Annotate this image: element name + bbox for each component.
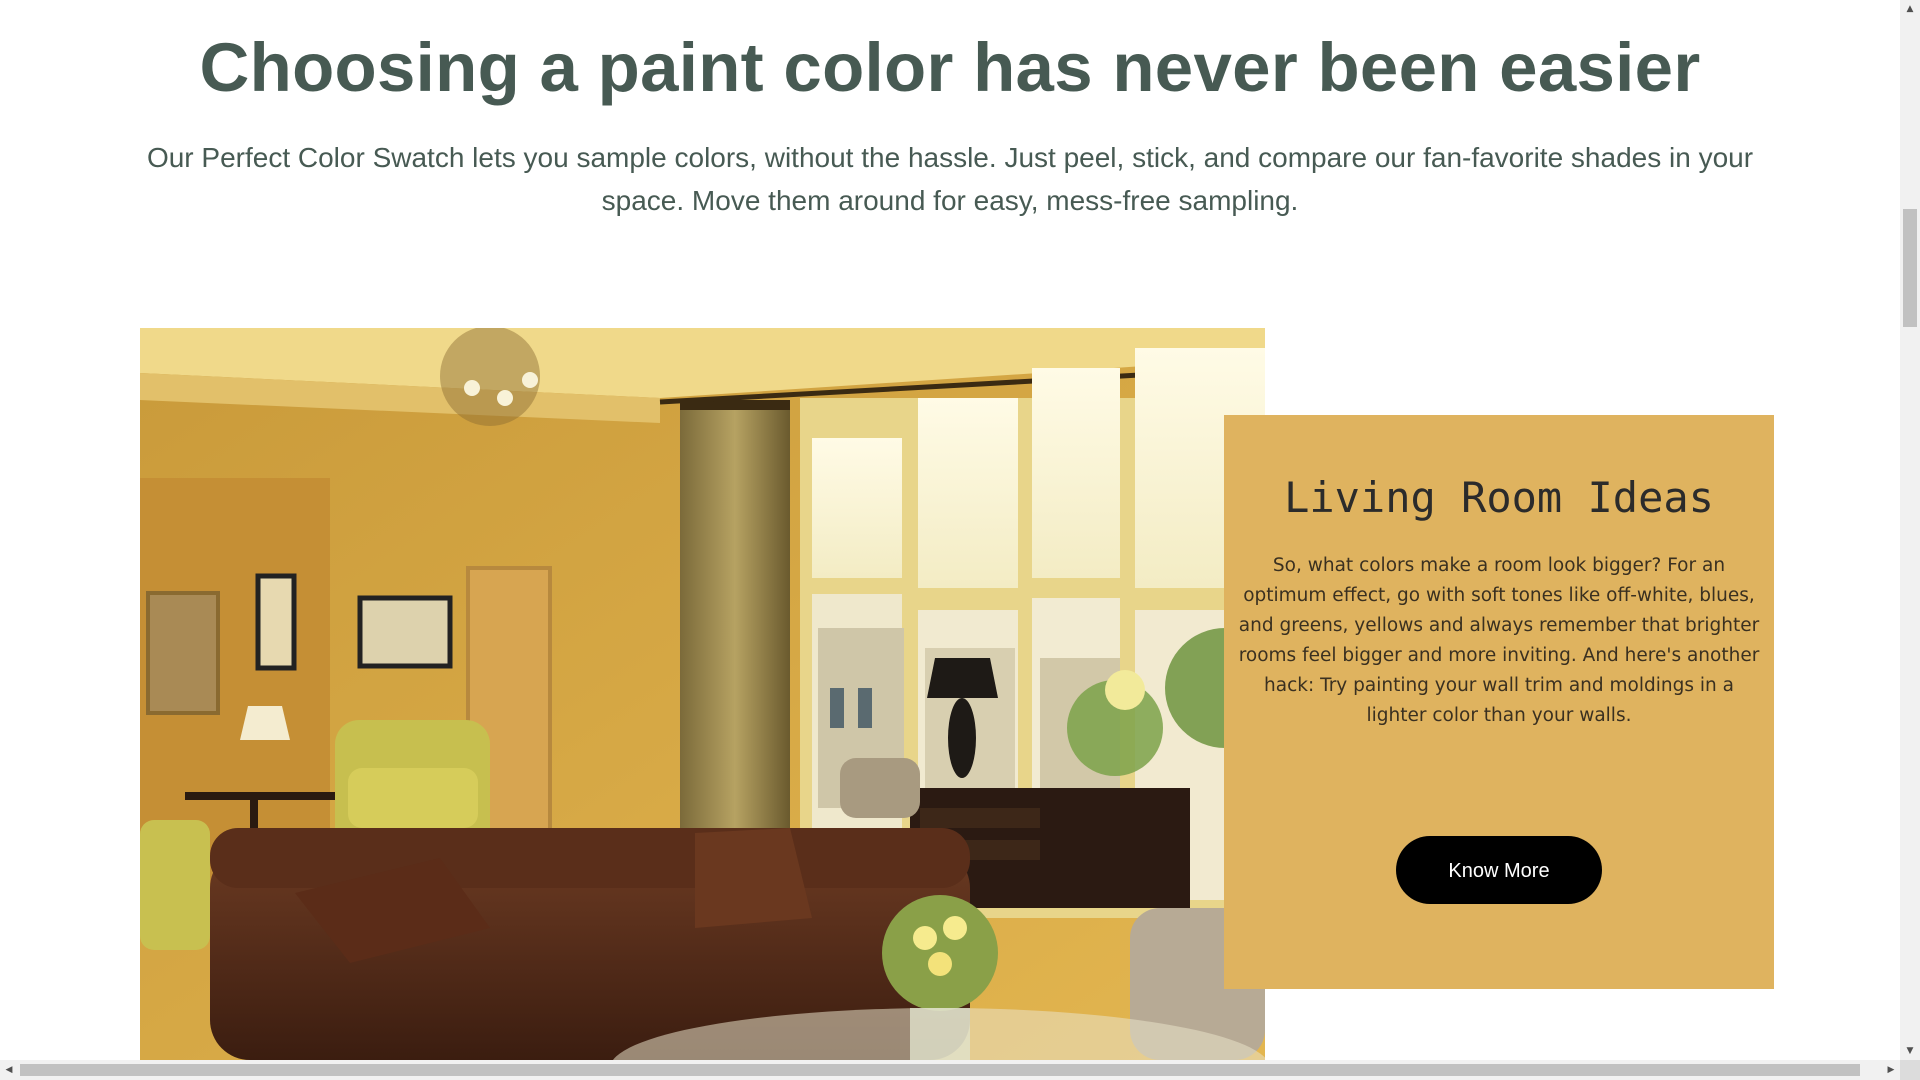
vertical-scroll-thumb[interactable] — [1903, 209, 1917, 327]
know-more-button[interactable]: Know More — [1396, 836, 1602, 904]
page-headline: Choosing a paint color has never been ea… — [199, 29, 1701, 106]
living-room-ideas-card: Living Room Ideas So, what colors make a… — [1224, 415, 1774, 989]
triangle-right-icon[interactable]: ▶ — [1882, 1060, 1900, 1080]
hero-description: Our Perfect Color Swatch lets you sample… — [146, 142, 1754, 216]
triangle-left-icon[interactable]: ◀ — [0, 1060, 18, 1080]
scrollbar-corner — [1900, 1060, 1920, 1080]
triangle-up-icon[interactable]: ▲ — [1900, 0, 1920, 18]
page-viewport: Choosing a paint color has never been ea… — [0, 0, 1900, 1060]
card-description: So, what colors make a room look bigger?… — [1238, 555, 1760, 726]
vertical-scrollbar[interactable]: ▲ ▼ — [1900, 0, 1920, 1060]
horizontal-scroll-thumb[interactable] — [20, 1064, 1860, 1076]
triangle-down-icon[interactable]: ▼ — [1900, 1042, 1920, 1060]
card-title: Living Room Ideas — [1284, 473, 1714, 522]
horizontal-scrollbar[interactable]: ◀ ▶ — [0, 1060, 1900, 1080]
living-room-photo — [140, 328, 1265, 1060]
